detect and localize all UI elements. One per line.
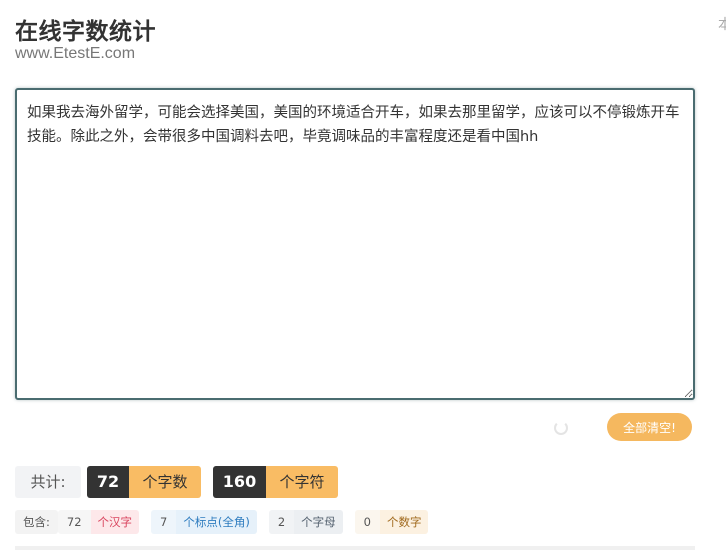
tag-letters: 2 个字母 [268, 510, 343, 534]
tag-digits: 0 个数字 [354, 510, 429, 534]
word-count-value: 72 [87, 466, 129, 498]
total-stats-row: 共计: 72 个字数 160 个字符 [15, 466, 338, 498]
char-count-value: 160 [213, 466, 266, 498]
tag-digits-count: 0 [354, 510, 380, 534]
char-count-group: 160 个字符 [213, 466, 338, 498]
word-count-group: 72 个字数 [87, 466, 201, 498]
page-title: 在线字数统计 [15, 19, 156, 45]
loading-spinner-icon [554, 421, 568, 435]
total-label: 共计: [15, 466, 81, 498]
tag-letters-unit: 个字母 [294, 510, 343, 534]
tag-punctuation-count: 7 [151, 510, 177, 534]
clear-all-button[interactable]: 全部清空! [607, 413, 692, 441]
tag-letters-count: 2 [268, 510, 295, 534]
detail-label: 包含: [15, 510, 58, 534]
tag-chinese-unit: 个汉字 [90, 510, 140, 534]
text-input-area[interactable] [15, 88, 695, 400]
site-url[interactable]: www.EtestE.com [15, 45, 135, 63]
word-count-unit: 个字数 [129, 466, 201, 498]
edge-glyph: 本 [718, 17, 726, 33]
tag-chinese: 72 个汉字 [57, 510, 140, 534]
detail-stats-row: 包含: 72 个汉字 7 个标点(全角) 2 个字母 0 个数字 [15, 510, 429, 534]
tag-chinese-count: 72 [57, 510, 91, 534]
char-count-unit: 个字符 [266, 466, 338, 498]
tag-punctuation: 7 个标点(全角) [151, 510, 257, 534]
tag-punctuation-unit: 个标点(全角) [176, 510, 257, 534]
bottom-divider [15, 546, 695, 550]
tag-digits-unit: 个数字 [379, 510, 429, 534]
